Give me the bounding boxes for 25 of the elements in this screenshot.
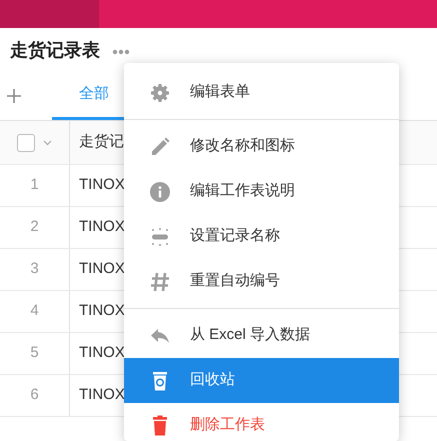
table-cell-text: TINOX [78,217,125,238]
row-number: 3 [0,249,70,290]
row-number: 6 [0,375,70,416]
menu-item[interactable]: 编辑工作表说明 [124,169,399,214]
table-cell-text: TINOX [78,259,125,280]
row-number: 1 [0,165,70,206]
row-number: 5 [0,333,70,374]
chevron-down-icon[interactable] [43,140,52,146]
table-cell-text: TINOX [78,301,125,322]
row-number: 4 [0,291,70,332]
menu-item[interactable]: 从 Excel 导入数据 [124,313,399,358]
info-icon [148,180,172,204]
menu-item[interactable]: 重置自动编号 [124,259,399,304]
select-all-checkbox[interactable] [17,134,35,152]
sheet-title: 走货记录表 [10,38,100,62]
menu-item[interactable]: 回收站 [124,358,399,403]
menu-item[interactable]: 修改名称和图标 [124,124,399,169]
menu-item[interactable]: 设置记录名称 [124,214,399,259]
menu-item[interactable]: 删除工作表 [124,403,399,441]
column-header[interactable]: 走货记 [70,121,124,164]
table-cell-text: TINOX [78,175,125,196]
table-cell-text: TINOX [78,385,125,406]
table-cell-text: TINOX [78,343,125,364]
row-number: 2 [0,207,70,248]
more-icon[interactable] [112,49,130,55]
